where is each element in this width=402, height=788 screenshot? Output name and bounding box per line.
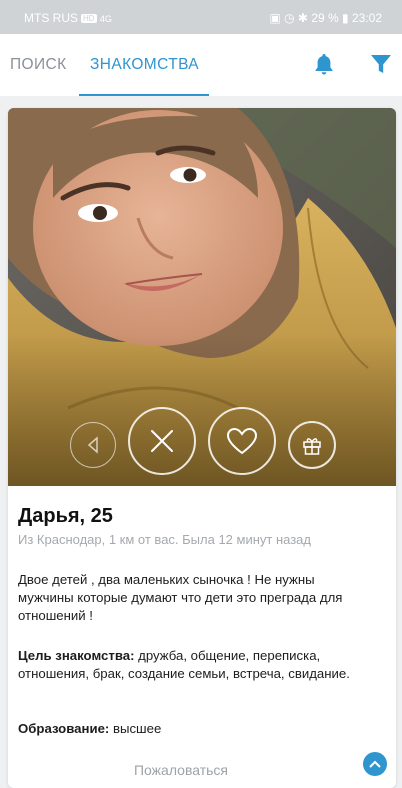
tab-dating[interactable]: ЗНАКОМСТВА (90, 56, 199, 74)
education-value: высшее (109, 721, 162, 736)
carrier-info: MTS RUS HD 4G (24, 11, 112, 25)
status-bar: MTS RUS HD 4G ▣ ◷ ✱ 29 % ▮ 23:02 (0, 0, 402, 34)
close-icon (149, 428, 175, 454)
gift-button[interactable] (288, 421, 336, 469)
profile-card: Дарья, 25 Из Краснодар, 1 км от вас. Был… (8, 108, 396, 788)
education-label: Образование: (18, 721, 110, 736)
battery-percent: 29 % (311, 11, 339, 25)
scroll-up-button[interactable] (363, 752, 387, 776)
profile-about: Двое детей , два маленьких сыночка ! Не … (18, 572, 343, 623)
profile-goals: Цель знакомства: дружба, общение, перепи… (18, 647, 358, 683)
chevron-up-icon (369, 755, 381, 773)
bell-icon[interactable] (312, 52, 336, 81)
profile-education: Образование: высшее (18, 721, 161, 736)
status-right: ▣ ◷ ✱ 29 % ▮ 23:02 (269, 11, 382, 25)
profile-meta: Из Краснодар, 1 км от вас. Была 12 минут… (18, 532, 312, 547)
signal-label: 4G (99, 14, 112, 24)
carrier-name: MTS RUS (24, 11, 78, 25)
profile-name-age: Дарья, 25 (18, 505, 113, 527)
report-link[interactable]: Пожаловаться (8, 762, 354, 778)
filter-icon[interactable] (370, 52, 392, 81)
back-icon (85, 435, 101, 455)
nfc-icon: ▣ (269, 11, 281, 25)
clock: 23:02 (351, 11, 382, 25)
skip-button[interactable] (128, 407, 196, 475)
bluetooth-icon: ✱ (297, 11, 308, 25)
gift-icon (301, 434, 323, 456)
like-button[interactable] (208, 407, 276, 475)
profile-photo[interactable] (8, 108, 396, 486)
heart-icon (226, 427, 258, 455)
active-tab-indicator (79, 94, 209, 96)
goals-label: Цель знакомства: (18, 648, 135, 663)
back-button[interactable] (70, 422, 116, 468)
hd-badge: HD (81, 14, 97, 23)
top-nav: ПОИСК ЗНАКОМСТВА (0, 34, 402, 96)
alarm-icon: ◷ (284, 11, 295, 25)
battery-icon: ▮ (342, 11, 349, 25)
tab-search[interactable]: ПОИСК (10, 56, 67, 74)
